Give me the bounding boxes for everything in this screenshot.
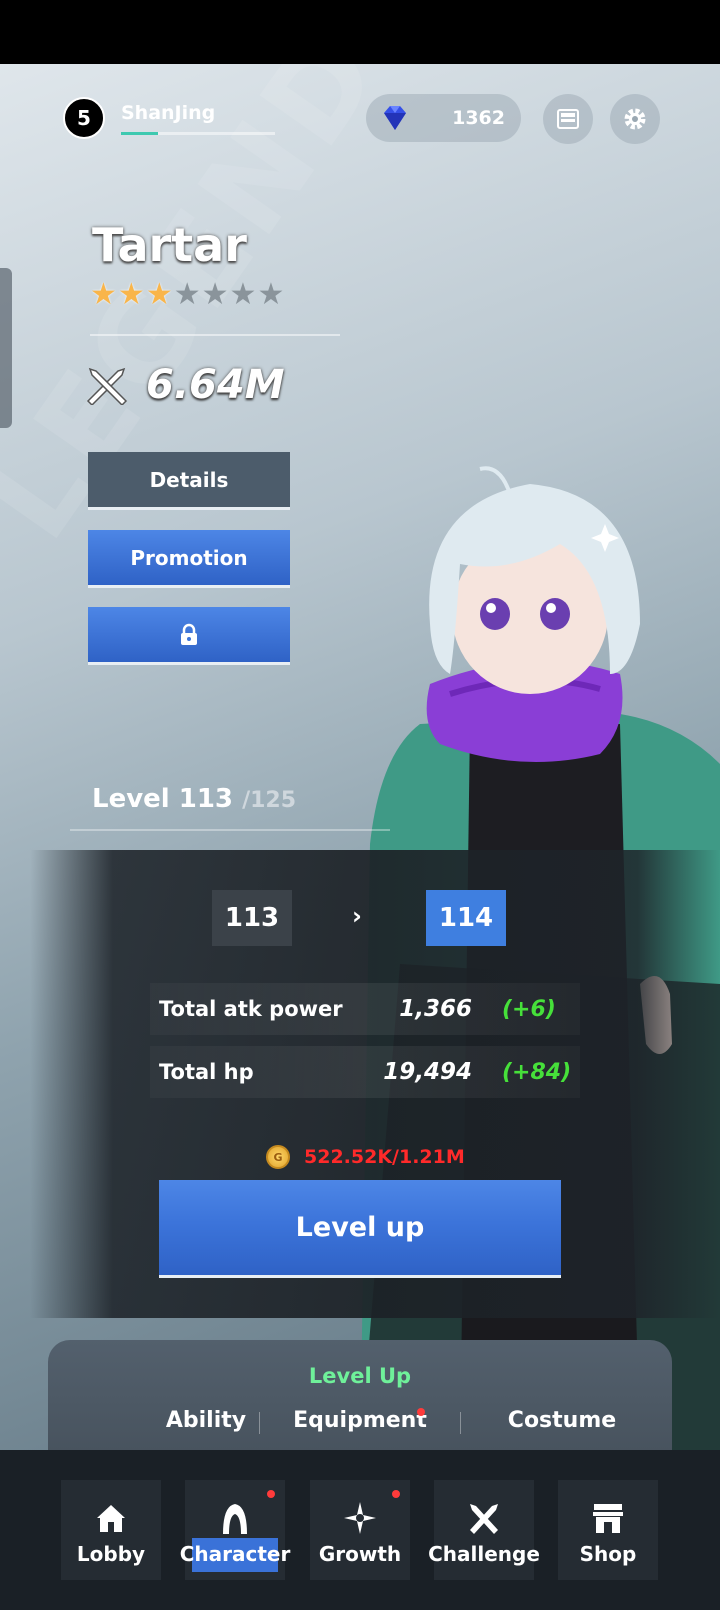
player-level-badge[interactable]: 5 xyxy=(63,97,105,139)
sub-tabs: Level Up Ability Equipment Costume xyxy=(48,1340,672,1460)
gear-icon xyxy=(624,108,646,130)
player-name[interactable]: ShanJing xyxy=(121,102,215,124)
lock-icon xyxy=(181,623,197,645)
star-empty-icon: ★ xyxy=(257,277,285,312)
gold-coin-icon: G xyxy=(266,1145,290,1169)
stat-row-hp: Total hp 19,494 (+84) xyxy=(150,1046,580,1098)
nav-growth[interactable]: Growth xyxy=(310,1480,410,1580)
nav-label: Shop xyxy=(579,1542,637,1566)
locked-button[interactable] xyxy=(88,607,290,665)
nav-challenge[interactable]: Challenge xyxy=(428,1480,540,1580)
stat-delta: (+84) xyxy=(502,1059,572,1085)
nav-lobby[interactable]: Lobby xyxy=(61,1480,161,1580)
star-empty-icon: ★ xyxy=(201,277,229,312)
hero-name: Tartar xyxy=(92,218,247,272)
home-icon xyxy=(97,1505,125,1532)
crossed-swords-icon xyxy=(86,367,128,405)
nav-label: Character xyxy=(179,1542,291,1566)
star-rating: ★ ★ ★ ★ ★ ★ ★ xyxy=(90,280,284,310)
max-level: /125 xyxy=(242,788,297,813)
nav-label: Growth xyxy=(318,1542,402,1566)
arrow-right-icon: › xyxy=(352,902,362,930)
level-to: 114 xyxy=(426,890,506,946)
current-level: Level 113 /125 xyxy=(92,784,296,814)
star-filled-icon: ★ xyxy=(145,277,173,312)
divider xyxy=(90,334,340,336)
hooded-figure-icon xyxy=(223,1504,247,1534)
level-label: Level 113 xyxy=(92,784,234,814)
inbox-button[interactable] xyxy=(543,94,593,144)
star-filled-icon: ★ xyxy=(117,277,145,312)
level-from: 113 xyxy=(212,890,292,946)
nav-character[interactable]: Character xyxy=(180,1480,290,1580)
tab-equipment[interactable]: Equipment xyxy=(260,1408,460,1433)
stat-row-atk: Total atk power 1,366 (+6) xyxy=(150,983,580,1035)
nav-label: Lobby xyxy=(76,1542,146,1566)
star-empty-icon: ★ xyxy=(229,277,257,312)
xp-bar xyxy=(121,132,275,135)
promotion-button[interactable]: Promotion xyxy=(88,530,290,588)
crossed-swords-icon xyxy=(470,1504,498,1534)
divider xyxy=(70,829,390,831)
inbox-icon xyxy=(557,109,579,129)
nav-shop[interactable]: Shop xyxy=(558,1480,658,1580)
gem-count: 1362 xyxy=(452,107,505,129)
combat-power-value: 6.64M xyxy=(146,362,285,408)
level-up-button[interactable]: Level up xyxy=(159,1180,561,1278)
xp-bar-fill xyxy=(121,132,158,135)
settings-button[interactable] xyxy=(610,94,660,144)
side-drawer-handle[interactable] xyxy=(0,268,12,428)
gem-balance[interactable]: 1362 xyxy=(366,94,521,142)
stat-delta: (+6) xyxy=(502,996,556,1022)
nav-label: Challenge xyxy=(428,1542,540,1566)
status-bar xyxy=(0,0,720,64)
divider xyxy=(460,1412,461,1434)
notification-dot xyxy=(417,1408,425,1416)
stat-value: 19,494 xyxy=(383,1059,472,1085)
star-empty-icon: ★ xyxy=(173,277,201,312)
sub-tab-title[interactable]: Level Up xyxy=(48,1364,672,1388)
star-filled-icon: ★ xyxy=(90,277,117,312)
level-up-cost: G 522.52K/1.21M xyxy=(266,1145,465,1169)
compass-star-icon xyxy=(344,1502,376,1534)
stat-label: Total hp xyxy=(159,1060,254,1084)
details-button[interactable]: Details xyxy=(88,452,290,510)
stat-label: Total atk power xyxy=(159,997,343,1021)
stat-value: 1,366 xyxy=(399,996,472,1022)
tab-costume[interactable]: Costume xyxy=(462,1408,662,1433)
combat-power: 6.64M xyxy=(84,362,285,408)
cost-text: 522.52K/1.21M xyxy=(304,1146,465,1168)
notification-dot xyxy=(392,1490,400,1498)
shop-icon xyxy=(593,1504,623,1533)
notification-dot xyxy=(267,1490,275,1498)
